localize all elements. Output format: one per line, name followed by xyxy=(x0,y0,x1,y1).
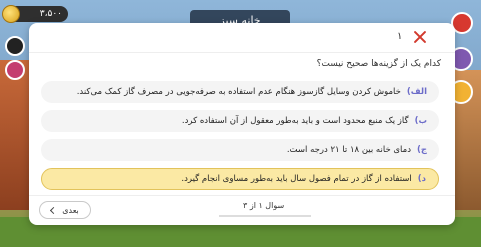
close-icon[interactable] xyxy=(413,30,427,44)
progress-text: سوال ۱ از ۳ xyxy=(243,201,285,210)
option-label: ب) xyxy=(414,116,427,126)
question-number: ۱ xyxy=(397,31,403,42)
shop-icon[interactable] xyxy=(5,60,25,80)
option-b[interactable]: ب) گاز یک منبع محدود است و باید به‌طور م… xyxy=(41,110,439,132)
coin-value: ۳،۵۰۰ xyxy=(39,9,62,19)
option-text: خاموش کردن وسایل گازسوز هنگام عدم استفاد… xyxy=(76,87,401,97)
next-label: بعدی xyxy=(62,205,79,215)
option-a[interactable]: الف) خاموش کردن وسایل گازسوز هنگام عدم ا… xyxy=(41,81,439,103)
question-text: کدام یک از گزینه‌ها صحیح نیست؟ xyxy=(316,59,441,69)
option-text: استفاده از گاز در تمام فصول سال باید به‌… xyxy=(181,174,412,184)
option-d[interactable]: د) استفاده از گاز در تمام فصول سال باید … xyxy=(41,168,439,190)
lock-icon[interactable] xyxy=(5,36,25,56)
option-label: الف) xyxy=(406,87,427,97)
option-label: د) xyxy=(417,174,426,184)
next-button[interactable]: بعدی xyxy=(39,201,91,219)
options-list: الف) خاموش کردن وسایل گازسوز هنگام عدم ا… xyxy=(41,81,439,197)
coin-icon xyxy=(2,5,20,23)
modal-footer: بعدی سوال ۱ از ۳ xyxy=(29,195,455,225)
option-label: ج) xyxy=(416,145,427,155)
coin-counter: ۳،۵۰۰ xyxy=(2,5,68,23)
chevron-left-icon xyxy=(50,206,58,214)
modal-header: ۱ xyxy=(29,23,455,53)
quiz-modal: ۱ کدام یک از گزینه‌ها صحیح نیست؟ الف) خا… xyxy=(29,23,455,225)
progress-bar xyxy=(219,215,311,217)
option-text: گاز یک منبع محدود است و باید به‌طور معقو… xyxy=(181,116,409,126)
option-text: دمای خانه بین ۱۸ تا ۲۱ درجه است. xyxy=(286,145,411,155)
option-c[interactable]: ج) دمای خانه بین ۱۸ تا ۲۱ درجه است. xyxy=(41,139,439,161)
